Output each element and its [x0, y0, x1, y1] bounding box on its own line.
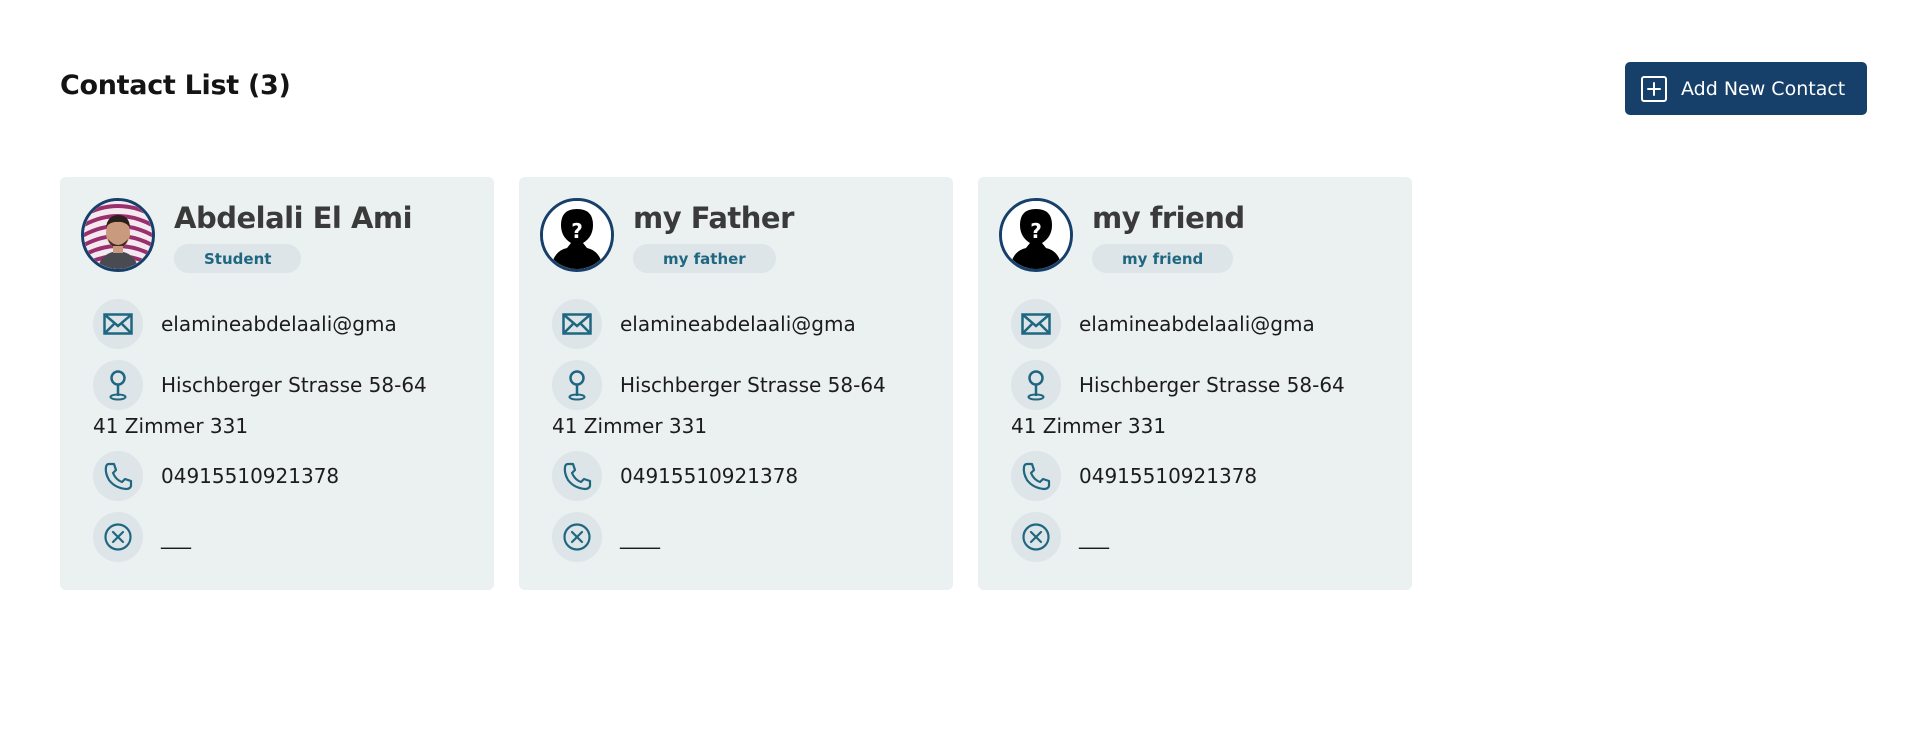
avatar: [81, 198, 155, 272]
map-pin-icon: [552, 360, 602, 410]
contact-email: elamineabdelaali@gma: [161, 312, 397, 336]
phone-icon: [93, 451, 143, 501]
contact-card[interactable]: ? my Father my father elamineabdelaali@g…: [519, 177, 953, 590]
contact-address-line2: 41 Zimmer 331: [1011, 414, 1167, 438]
contact-tag-badge: my father: [633, 244, 776, 273]
contact-address-line2: 41 Zimmer 331: [552, 414, 708, 438]
contact-address-line1: Hischberger Strasse 58-64: [1079, 373, 1345, 397]
add-new-contact-label: Add New Contact: [1681, 77, 1846, 100]
avatar: ?: [999, 198, 1073, 272]
svg-text:?: ?: [571, 219, 583, 243]
contact-name: my friend: [1092, 201, 1245, 235]
phone-icon: [552, 451, 602, 501]
page-title: Contact List (3): [60, 70, 291, 101]
contact-phone: 04915510921378: [161, 464, 340, 488]
close-circle-icon: [1011, 512, 1061, 562]
contact-phone: 04915510921378: [1079, 464, 1258, 488]
contact-name: my Father: [633, 201, 794, 235]
map-pin-icon: [1011, 360, 1061, 410]
contact-extra: ___: [161, 525, 191, 549]
envelope-icon: [93, 299, 143, 349]
phone-icon: [1011, 451, 1061, 501]
contact-email: elamineabdelaali@gma: [620, 312, 856, 336]
contact-tag-badge: Student: [174, 244, 302, 273]
contact-name: Abdelali El Ami: [174, 201, 413, 235]
svg-text:?: ?: [1030, 219, 1042, 243]
contact-address-line1: Hischberger Strasse 58-64: [620, 373, 886, 397]
contact-extra: ___: [1079, 525, 1109, 549]
contact-phone: 04915510921378: [620, 464, 799, 488]
add-new-contact-button[interactable]: Add New Contact: [1625, 62, 1867, 115]
envelope-icon: [552, 299, 602, 349]
avatar: ?: [540, 198, 614, 272]
envelope-icon: [1011, 299, 1061, 349]
map-pin-icon: [93, 360, 143, 410]
contact-card[interactable]: Abdelali El Ami Student elamineabdelaali…: [60, 177, 494, 590]
close-circle-icon: [93, 512, 143, 562]
contact-tag-badge: my friend: [1092, 244, 1234, 273]
contact-address-line2: 41 Zimmer 331: [93, 414, 249, 438]
contact-email: elamineabdelaali@gma: [1079, 312, 1315, 336]
plus-square-icon: [1641, 75, 1667, 102]
close-circle-icon: [552, 512, 602, 562]
contact-extra: ____: [620, 525, 660, 549]
contact-card[interactable]: ? my friend my friend elamineabdelaali@g…: [978, 177, 1412, 590]
contact-address-line1: Hischberger Strasse 58-64: [161, 373, 427, 397]
